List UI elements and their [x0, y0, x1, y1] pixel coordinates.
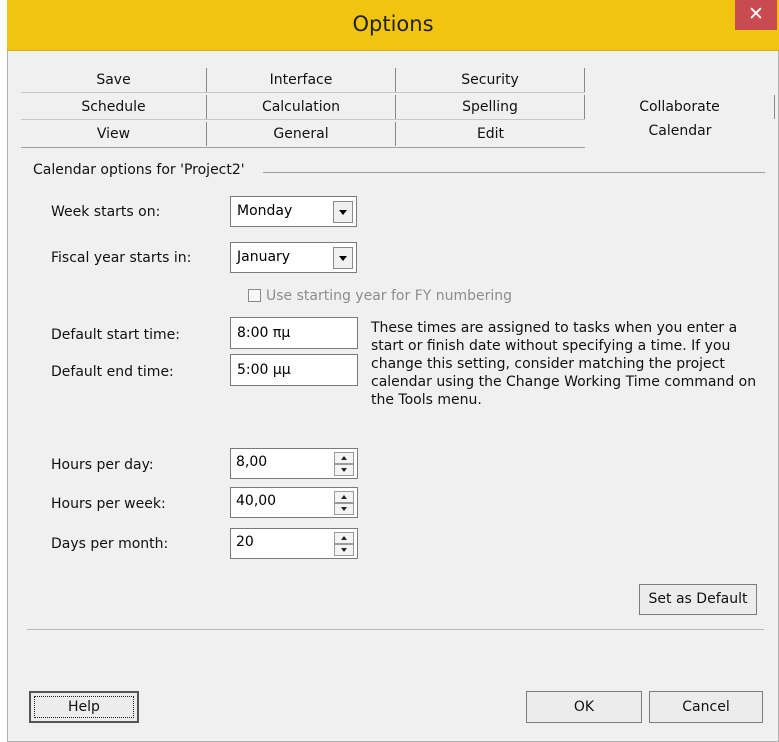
tab-general[interactable]: General — [207, 122, 396, 146]
close-icon: ✕ — [748, 3, 764, 25]
hours-per-week-stepper[interactable]: 40,00 — [230, 487, 358, 518]
tab-collaborate[interactable]: Collaborate — [585, 95, 775, 119]
hours-per-day-stepper[interactable]: 8,00 — [230, 448, 358, 479]
hours-per-week-value: 40,00 — [236, 493, 277, 509]
default-end-time-value: 5:00 μμ — [237, 362, 291, 378]
days-per-month-stepper[interactable]: 20 — [230, 528, 358, 559]
tab-calendar[interactable]: Calendar — [585, 119, 775, 143]
chevron-down-icon[interactable] — [333, 201, 353, 223]
spin-down-icon[interactable] — [334, 503, 354, 515]
tab-calculation[interactable]: Calculation — [207, 95, 396, 119]
tab-spelling[interactable]: Spelling — [396, 95, 585, 119]
tab-security[interactable]: Security — [396, 68, 585, 92]
tab-interface[interactable]: Interface — [207, 68, 396, 92]
hours-per-day-value: 8,00 — [236, 454, 268, 470]
default-start-time-label: Default start time: — [51, 327, 181, 343]
fiscal-year-value: January — [237, 249, 291, 265]
default-end-time-label: Default end time: — [51, 364, 174, 380]
options-dialog: Options ✕ Save Interface Security Schedu… — [7, 0, 779, 742]
fy-numbering-checkbox[interactable] — [248, 289, 261, 302]
dialog-title: Options — [352, 12, 434, 36]
week-starts-select[interactable]: Monday — [230, 196, 357, 227]
close-button[interactable]: ✕ — [735, 0, 777, 30]
times-note: These times are assigned to tasks when y… — [371, 320, 757, 408]
calendar-options-group-label: Calendar options for 'Project2' — [33, 162, 245, 178]
hours-per-day-label: Hours per day: — [51, 457, 154, 473]
spin-down-icon[interactable] — [334, 464, 354, 476]
days-per-month-value: 20 — [236, 534, 254, 550]
tab-save[interactable]: Save — [21, 68, 207, 92]
default-end-time-input[interactable]: 5:00 μμ — [230, 354, 358, 386]
fiscal-year-select[interactable]: January — [230, 242, 357, 273]
group-divider — [263, 172, 765, 173]
set-as-default-button[interactable]: Set as Default — [639, 584, 757, 615]
tab-view[interactable]: View — [21, 122, 207, 146]
spin-down-icon[interactable] — [334, 544, 354, 556]
default-start-time-value: 8:00 πμ — [237, 325, 291, 341]
week-starts-label: Week starts on: — [51, 204, 161, 220]
cancel-button[interactable]: Cancel — [649, 691, 763, 723]
hours-per-week-label: Hours per week: — [51, 496, 166, 512]
chevron-down-icon[interactable] — [333, 247, 353, 269]
fy-numbering-label: Use starting year for FY numbering — [266, 288, 513, 304]
tab-schedule[interactable]: Schedule — [21, 95, 207, 119]
fiscal-year-label: Fiscal year starts in: — [51, 250, 192, 266]
ok-button[interactable]: OK — [526, 691, 642, 723]
days-per-month-label: Days per month: — [51, 536, 169, 552]
footer-divider — [27, 629, 764, 630]
help-button[interactable]: Help — [29, 691, 139, 723]
spin-up-icon[interactable] — [334, 491, 354, 503]
tab-edit[interactable]: Edit — [396, 122, 585, 146]
week-starts-value: Monday — [237, 203, 293, 219]
spin-up-icon[interactable] — [334, 532, 354, 544]
spin-up-icon[interactable] — [334, 452, 354, 464]
title-bar[interactable]: Options ✕ — [7, 0, 779, 51]
default-start-time-input[interactable]: 8:00 πμ — [230, 317, 358, 349]
